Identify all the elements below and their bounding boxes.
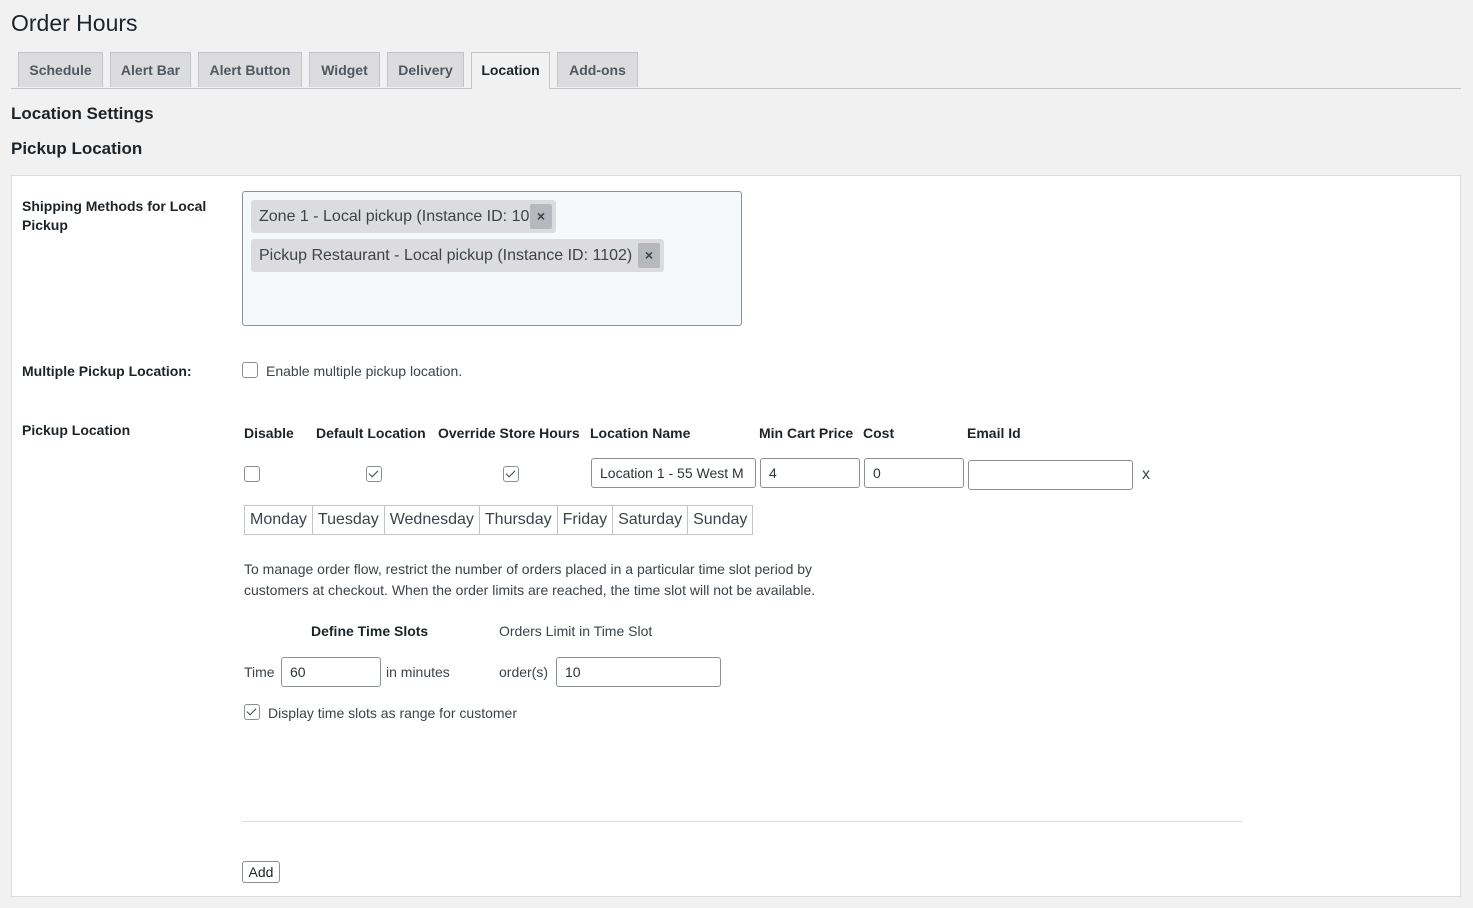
order-flow-description: To manage order flow, restrict the numbe…: [244, 561, 816, 598]
time-range-label: Display time slots as range for customer: [268, 705, 517, 721]
orders-limit-input[interactable]: 10: [556, 657, 721, 687]
remove-location-button[interactable]: x: [1142, 466, 1150, 484]
column-header-disable: Disable: [244, 425, 294, 441]
email-id-input[interactable]: [968, 460, 1133, 490]
chip-remove-icon[interactable]: ×: [638, 243, 660, 268]
min-cart-price-input[interactable]: 4: [760, 458, 860, 488]
section-title: Location Settings: [11, 104, 154, 123]
shipping-chip-label: Pickup Restaurant - Local pickup (Instan…: [259, 247, 633, 264]
multiple-pickup-label: Multiple Pickup Location:: [22, 363, 192, 379]
day-tab-monday[interactable]: Monday: [245, 506, 313, 534]
shipping-methods-select[interactable]: Zone 1 - Local pickup (Instance ID: 1017…: [242, 191, 742, 326]
column-header-cost: Cost: [863, 425, 895, 441]
add-location-button[interactable]: Add: [242, 861, 280, 883]
orders-limit-heading: Orders Limit in Time Slot: [499, 623, 653, 639]
tab-alert-button[interactable]: Alert Button: [198, 52, 302, 87]
override-store-hours-checkbox[interactable]: [503, 466, 519, 482]
tab-alert-bar[interactable]: Alert Bar: [110, 52, 191, 87]
column-header-default-location: Default Location: [316, 425, 426, 441]
time-label: Time: [244, 664, 275, 680]
page-title: Order Hours: [11, 10, 138, 36]
time-slot-input[interactable]: 60: [281, 657, 381, 687]
day-tab-sunday[interactable]: Sunday: [688, 506, 752, 534]
day-tab-saturday[interactable]: Saturday: [613, 506, 689, 534]
subsection-title: Pickup Location: [11, 139, 143, 158]
chip-remove-icon[interactable]: ×: [530, 204, 552, 229]
orders-label: order(s): [499, 664, 549, 680]
day-tab-friday[interactable]: Friday: [558, 506, 614, 534]
time-range-checkbox[interactable]: [244, 704, 260, 720]
divider: [242, 821, 1242, 822]
tab-location[interactable]: Location: [471, 52, 550, 89]
multiple-pickup-checkbox[interactable]: [242, 362, 258, 378]
location-name-input[interactable]: Location 1 - 55 West M: [591, 458, 756, 488]
column-header-override-store-hours: Override Store Hours: [438, 425, 580, 441]
disable-checkbox[interactable]: [244, 466, 260, 482]
tab-widget[interactable]: Widget: [309, 52, 380, 87]
day-tab-thursday[interactable]: Thursday: [480, 506, 558, 534]
day-tab-tuesday[interactable]: Tuesday: [313, 506, 385, 534]
shipping-chip-label: Zone 1 - Local pickup (Instance ID: 1017…: [259, 208, 553, 225]
day-tab-wednesday[interactable]: Wednesday: [385, 506, 480, 534]
tab-bar: Schedule Alert Bar Alert Button Widget D…: [11, 52, 1461, 89]
column-header-email-id: Email Id: [967, 425, 1021, 441]
shipping-methods-label: Shipping Methods for Local Pickup: [22, 198, 207, 233]
multiple-pickup-checkbox-label: Enable multiple pickup location.: [266, 363, 463, 379]
tab-delivery[interactable]: Delivery: [387, 52, 464, 87]
define-time-slots-heading: Define Time Slots: [311, 623, 429, 639]
shipping-chip: Pickup Restaurant - Local pickup (Instan…: [251, 239, 664, 272]
column-header-location-name: Location Name: [590, 425, 691, 441]
shipping-chip: Zone 1 - Local pickup (Instance ID: 1017…: [251, 200, 556, 233]
weekday-tabs: Monday Tuesday Wednesday Thursday Friday…: [244, 505, 754, 535]
tab-add-ons[interactable]: Add-ons: [557, 52, 638, 87]
minutes-label: in minutes: [386, 664, 450, 680]
tab-schedule[interactable]: Schedule: [18, 52, 103, 87]
cost-input[interactable]: 0: [864, 458, 964, 488]
column-header-min-cart-price: Min Cart Price: [759, 425, 854, 441]
pickup-location-label: Pickup Location: [22, 422, 131, 438]
default-location-checkbox[interactable]: [366, 466, 382, 482]
